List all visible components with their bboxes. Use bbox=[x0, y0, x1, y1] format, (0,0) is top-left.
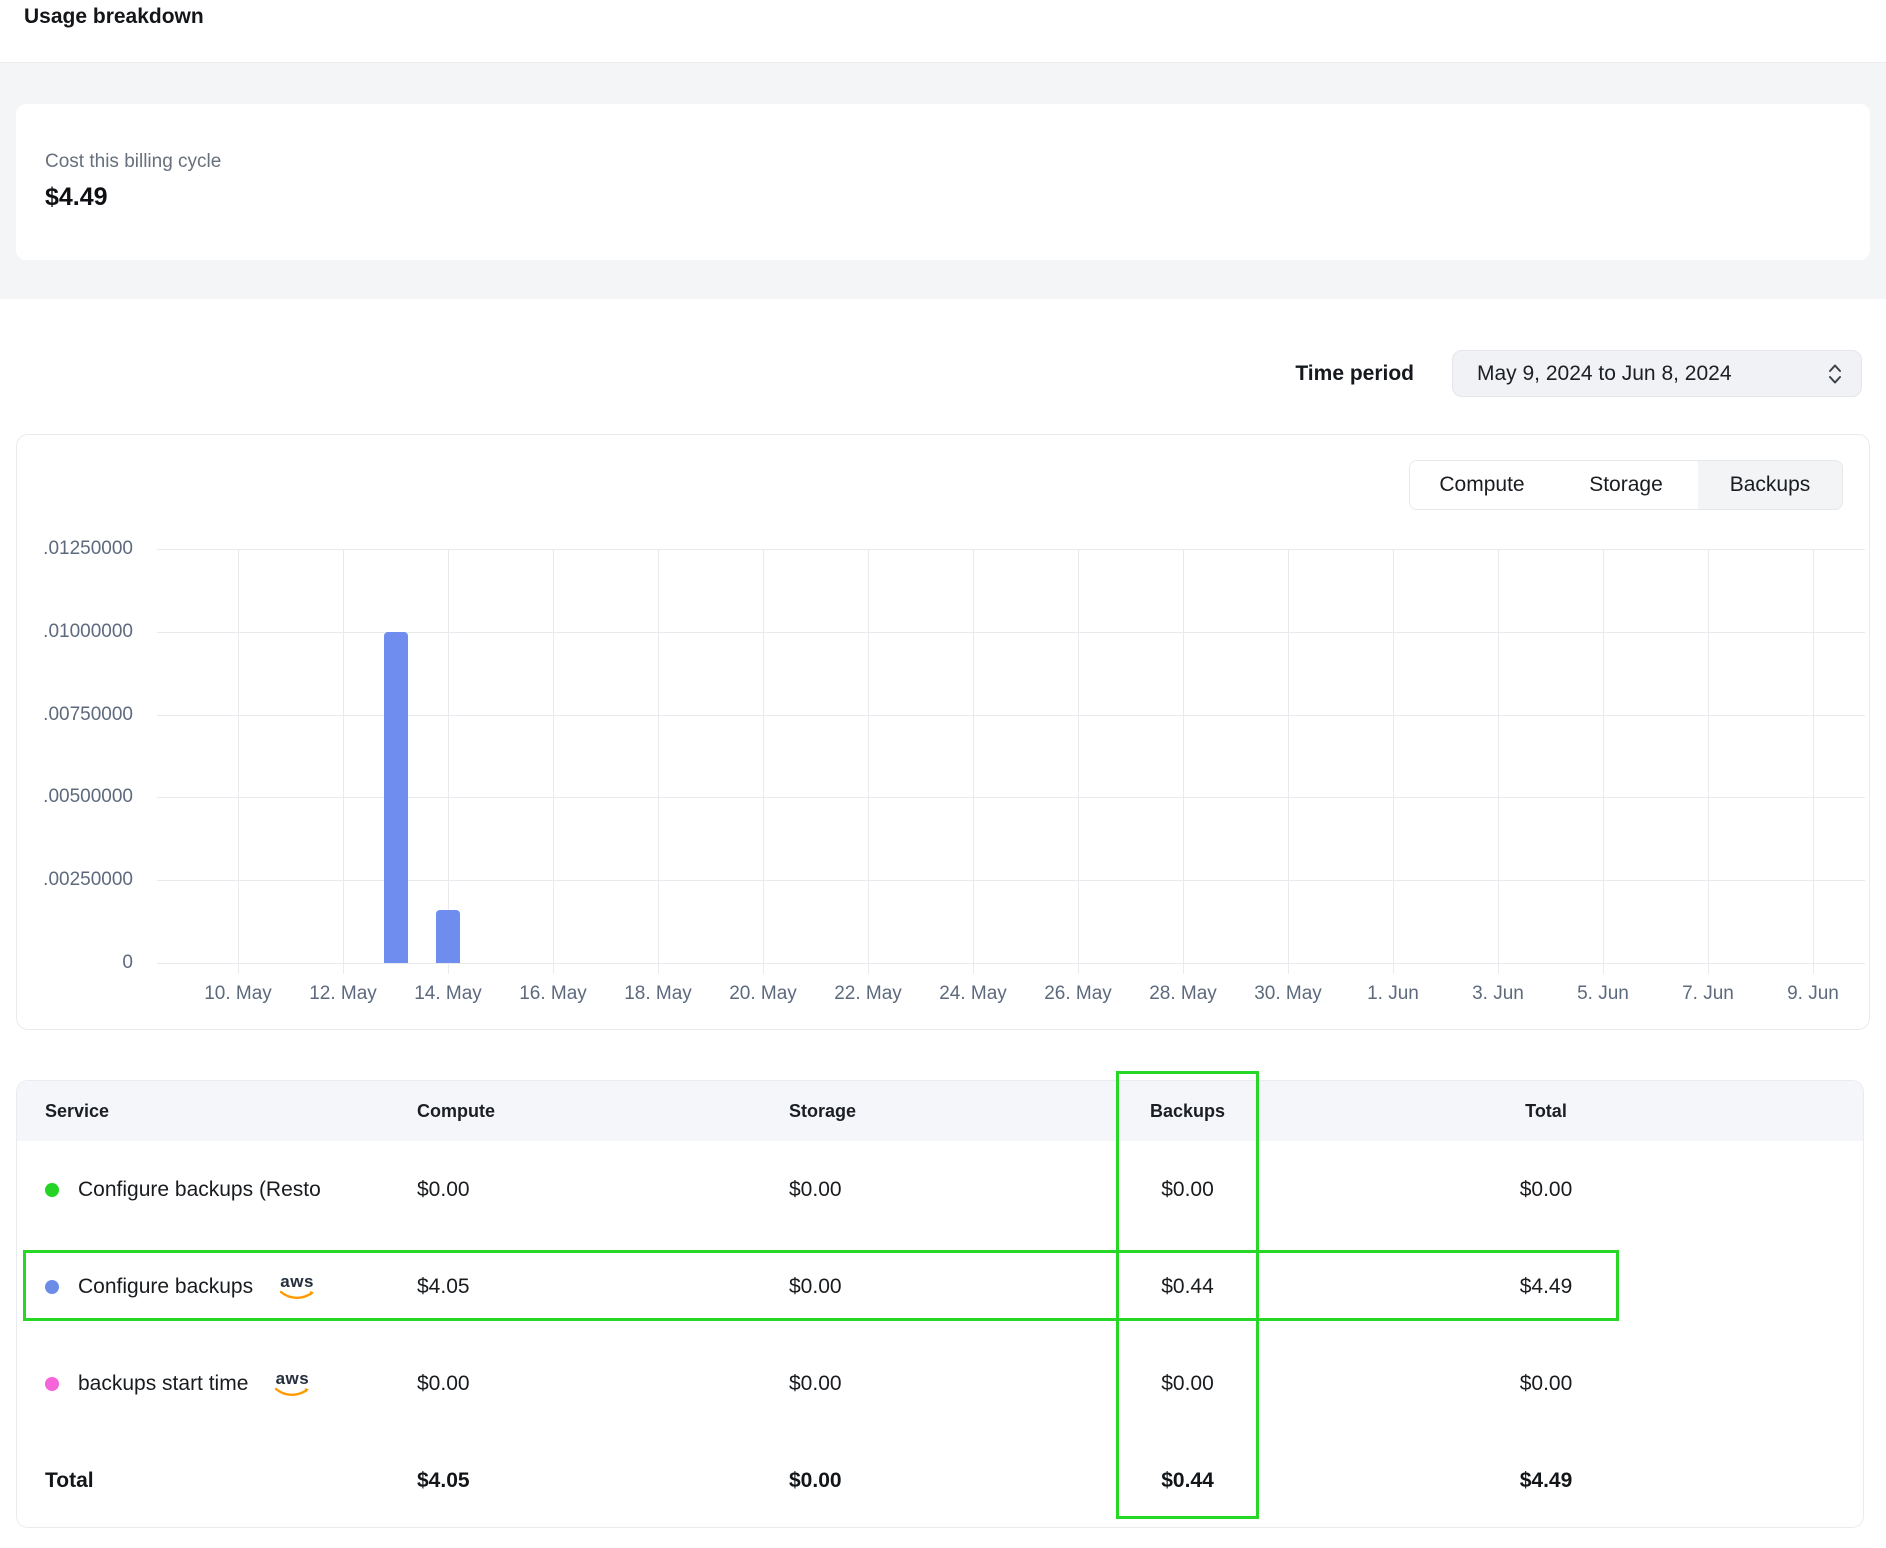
x-axis-tick-label: 26. May bbox=[1023, 983, 1133, 1005]
tab-compute[interactable]: Compute bbox=[1410, 461, 1554, 509]
compute-total: $4.05 bbox=[417, 1469, 789, 1493]
time-period-value: May 9, 2024 to Jun 8, 2024 bbox=[1477, 362, 1732, 386]
col-header-backups: Backups bbox=[1118, 1101, 1257, 1122]
compute-cost: $4.05 bbox=[417, 1275, 789, 1299]
storage-total: $0.00 bbox=[789, 1469, 1118, 1493]
page-title: Usage breakdown bbox=[24, 5, 204, 29]
gridline bbox=[238, 549, 239, 974]
total-cost: $0.00 bbox=[1257, 1178, 1835, 1202]
compute-cost: $0.00 bbox=[417, 1178, 789, 1202]
col-header-service: Service bbox=[45, 1101, 417, 1122]
table-total-row: Total $4.05 $0.00 $0.44 $4.49 bbox=[17, 1432, 1863, 1529]
tab-backups[interactable]: Backups bbox=[1698, 461, 1842, 509]
gridline bbox=[157, 715, 1865, 716]
y-axis-tick-label: .00250000 bbox=[29, 869, 133, 891]
usage-table: Service Compute Storage Backups Total Co… bbox=[16, 1080, 1864, 1528]
storage-cost: $0.00 bbox=[789, 1372, 1118, 1396]
gridline bbox=[658, 549, 659, 974]
gridline bbox=[763, 549, 764, 974]
x-axis-tick-label: 16. May bbox=[498, 983, 608, 1005]
gridline bbox=[157, 632, 1865, 633]
gridline bbox=[343, 549, 344, 974]
billing-cycle-cost-card: Cost this billing cycle $4.49 bbox=[16, 104, 1870, 260]
x-axis-tick-label: 7. Jun bbox=[1653, 983, 1763, 1005]
table-header-row: Service Compute Storage Backups Total bbox=[17, 1081, 1863, 1141]
col-header-storage: Storage bbox=[789, 1101, 1118, 1122]
chart-metric-tabs: Compute Storage Backups bbox=[1409, 460, 1843, 510]
gridline bbox=[157, 549, 1865, 550]
gridline bbox=[1498, 549, 1499, 974]
table-row: Configure backups aws $4.05 $0.00 $0.44 … bbox=[17, 1238, 1863, 1335]
gridline bbox=[1078, 549, 1079, 974]
x-axis-tick-label: 20. May bbox=[708, 983, 818, 1005]
gridline bbox=[157, 880, 1865, 881]
compute-cost: $0.00 bbox=[417, 1372, 789, 1396]
billing-cycle-cost-label: Cost this billing cycle bbox=[45, 151, 221, 173]
x-axis-tick-label: 14. May bbox=[393, 983, 503, 1005]
x-axis-tick-label: 18. May bbox=[603, 983, 713, 1005]
total-row-label: Total bbox=[45, 1469, 417, 1493]
backups-total: $0.44 bbox=[1118, 1469, 1257, 1493]
gridline bbox=[868, 549, 869, 974]
tab-storage[interactable]: Storage bbox=[1554, 461, 1698, 509]
service-name: Configure backups bbox=[78, 1275, 253, 1299]
chart-bar[interactable] bbox=[436, 910, 460, 963]
x-axis-tick-label: 10. May bbox=[183, 983, 293, 1005]
series-dot bbox=[45, 1183, 59, 1197]
backups-cost: $0.00 bbox=[1118, 1372, 1257, 1396]
y-axis-tick-label: .00500000 bbox=[29, 786, 133, 808]
gridline bbox=[1393, 549, 1394, 974]
y-axis-tick-label: .00750000 bbox=[29, 704, 133, 726]
gridline bbox=[973, 549, 974, 974]
y-axis-tick-label: .01250000 bbox=[29, 538, 133, 560]
col-header-total: Total bbox=[1257, 1101, 1835, 1122]
col-header-compute: Compute bbox=[417, 1101, 789, 1122]
time-period-row: Time period May 9, 2024 to Jun 8, 2024 bbox=[1295, 350, 1862, 397]
gridline bbox=[1183, 549, 1184, 974]
service-name: Configure backups (Resto bbox=[78, 1178, 321, 1202]
service-name: backups start time bbox=[78, 1372, 248, 1396]
grand-total: $4.49 bbox=[1257, 1469, 1835, 1493]
chart-bar[interactable] bbox=[384, 632, 408, 963]
table-row: backups start time aws $0.00 $0.00 $0.00… bbox=[17, 1335, 1863, 1432]
x-axis-tick-label: 9. Jun bbox=[1758, 983, 1868, 1005]
backups-cost: $0.00 bbox=[1118, 1178, 1257, 1202]
gridline bbox=[157, 797, 1865, 798]
usage-chart-card: Compute Storage Backups 0.00250000.00500… bbox=[16, 434, 1870, 1030]
aws-icon: aws bbox=[278, 1273, 316, 1300]
x-axis-tick-label: 5. Jun bbox=[1548, 983, 1658, 1005]
total-cost: $0.00 bbox=[1257, 1372, 1835, 1396]
x-axis-tick-label: 30. May bbox=[1233, 983, 1343, 1005]
x-axis-tick-label: 28. May bbox=[1128, 983, 1238, 1005]
usage-bar-chart: 0.00250000.00500000.00750000.01000000.01… bbox=[157, 549, 1865, 963]
unfold-icon bbox=[1827, 363, 1843, 385]
gridline bbox=[1288, 549, 1289, 974]
gridline bbox=[1603, 549, 1604, 974]
gridline bbox=[1708, 549, 1709, 974]
x-axis-tick-label: 22. May bbox=[813, 983, 923, 1005]
billing-cycle-cost-value: $4.49 bbox=[45, 183, 108, 212]
gridline bbox=[553, 549, 554, 974]
series-dot bbox=[45, 1377, 59, 1391]
time-period-label: Time period bbox=[1295, 362, 1414, 386]
y-axis-tick-label: 0 bbox=[29, 952, 133, 974]
table-row: Configure backups (Resto $0.00 $0.00 $0.… bbox=[17, 1141, 1863, 1238]
series-dot bbox=[45, 1280, 59, 1294]
gridline bbox=[1813, 549, 1814, 974]
y-axis-tick-label: .01000000 bbox=[29, 621, 133, 643]
total-cost: $4.49 bbox=[1257, 1275, 1835, 1299]
x-axis-tick-label: 1. Jun bbox=[1338, 983, 1448, 1005]
billing-summary-section: Cost this billing cycle $4.49 bbox=[0, 62, 1886, 299]
gridline bbox=[157, 963, 1865, 964]
storage-cost: $0.00 bbox=[789, 1178, 1118, 1202]
x-axis-tick-label: 24. May bbox=[918, 983, 1028, 1005]
aws-icon: aws bbox=[273, 1370, 311, 1397]
usage-breakdown-page: Usage breakdown Cost this billing cycle … bbox=[0, 0, 1886, 1548]
backups-cost: $0.44 bbox=[1118, 1275, 1257, 1299]
x-axis-tick-label: 3. Jun bbox=[1443, 983, 1553, 1005]
time-period-select[interactable]: May 9, 2024 to Jun 8, 2024 bbox=[1452, 350, 1862, 397]
storage-cost: $0.00 bbox=[789, 1275, 1118, 1299]
x-axis-tick-label: 12. May bbox=[288, 983, 398, 1005]
